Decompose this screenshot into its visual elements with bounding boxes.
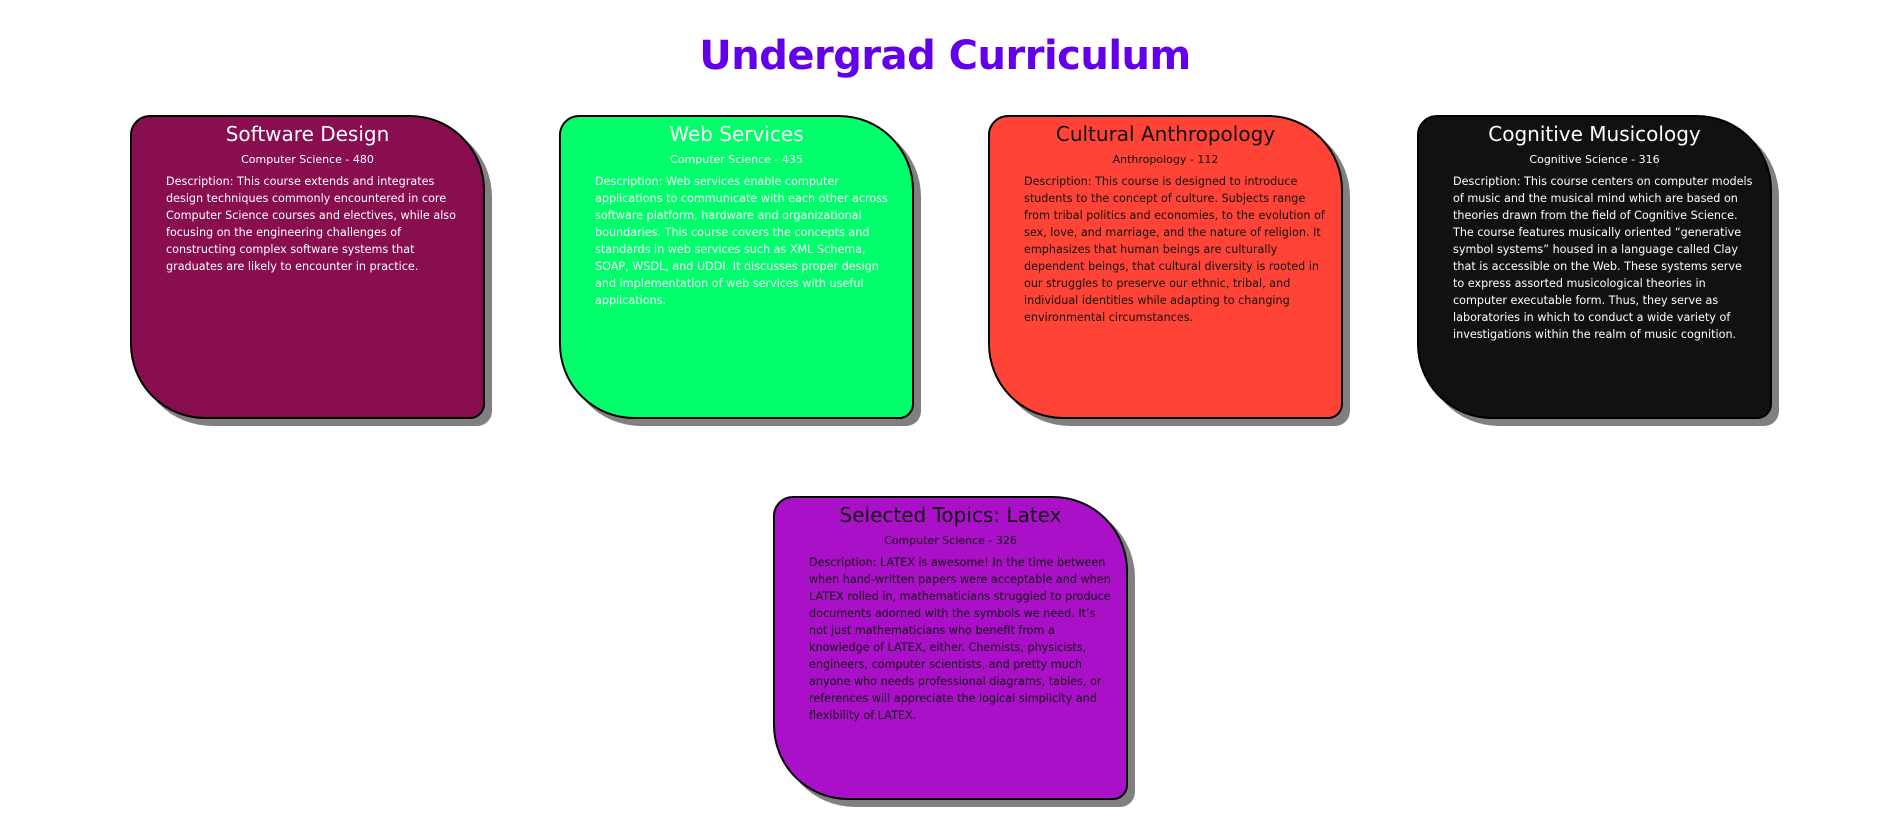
course-description: Description: Web services enable compute…	[595, 175, 888, 307]
course-subtitle: Anthropology - 112	[1112, 153, 1219, 166]
course-subtitle: Computer Science - 326	[884, 534, 1017, 547]
course-card-cognitive-musicology: Cognitive Musicology Cognitive Science -…	[1417, 115, 1772, 419]
course-card-web-services: Web Services Computer Science - 435 Desc…	[559, 115, 914, 419]
course-description: Description: This course centers on comp…	[1453, 175, 1753, 341]
course-subtitle: Cognitive Science - 316	[1529, 153, 1660, 166]
course-description: Description: LATEX is awesome! In the ti…	[809, 556, 1111, 722]
course-card-cultural-anthropology: Cultural Anthropology Anthropology - 112…	[988, 115, 1343, 419]
course-subtitle: Computer Science - 435	[670, 153, 803, 166]
course-title: Web Services	[669, 122, 804, 146]
course-title: Cultural Anthropology	[1055, 122, 1276, 146]
course-description: Description: This course is designed to …	[1024, 175, 1325, 324]
course-subtitle: Computer Science - 480	[241, 153, 374, 166]
course-card-selected-topics-latex: Selected Topics: Latex Computer Science …	[773, 496, 1128, 800]
course-card-software-design: Software Design Computer Science - 480 D…	[130, 115, 485, 419]
course-title: Cognitive Musicology	[1488, 122, 1701, 146]
course-title: Selected Topics: Latex	[839, 503, 1062, 527]
course-description: Description: This course extends and int…	[166, 175, 456, 273]
course-title: Software Design	[225, 122, 390, 146]
page-title: Undergrad Curriculum	[699, 33, 1191, 79]
